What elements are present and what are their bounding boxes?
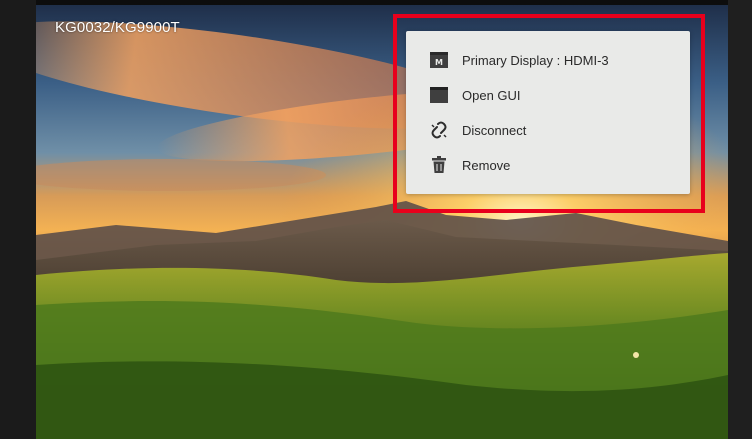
menu-item-disconnect[interactable]: Disconnect bbox=[428, 117, 526, 143]
video-wall-tile: KG0032/KG9900T M Primary Display : HDMI-… bbox=[0, 0, 752, 439]
menu-item-label: Open GUI bbox=[462, 87, 521, 103]
broken-link-icon bbox=[428, 119, 450, 141]
menu-item-label: Disconnect bbox=[462, 122, 527, 138]
trash-icon bbox=[428, 154, 450, 176]
menu-item-remove[interactable]: Remove bbox=[428, 152, 510, 178]
device-label: KG0032/KG9900T bbox=[55, 19, 180, 36]
right-border bbox=[728, 0, 752, 439]
context-menu: M Primary Display : HDMI-3 Open GUI Disc… bbox=[406, 31, 690, 194]
menu-item-label: Primary Display : HDMI-3 bbox=[462, 52, 609, 68]
menu-item-label: Remove bbox=[462, 157, 511, 173]
menu-item-primary-display[interactable]: M Primary Display : HDMI-3 bbox=[428, 47, 609, 73]
window-icon bbox=[428, 84, 450, 106]
svg-text:M: M bbox=[435, 58, 443, 67]
menu-item-open-gui[interactable]: Open GUI bbox=[428, 82, 521, 108]
monitor-m-icon: M bbox=[428, 49, 450, 71]
left-border bbox=[0, 0, 36, 439]
